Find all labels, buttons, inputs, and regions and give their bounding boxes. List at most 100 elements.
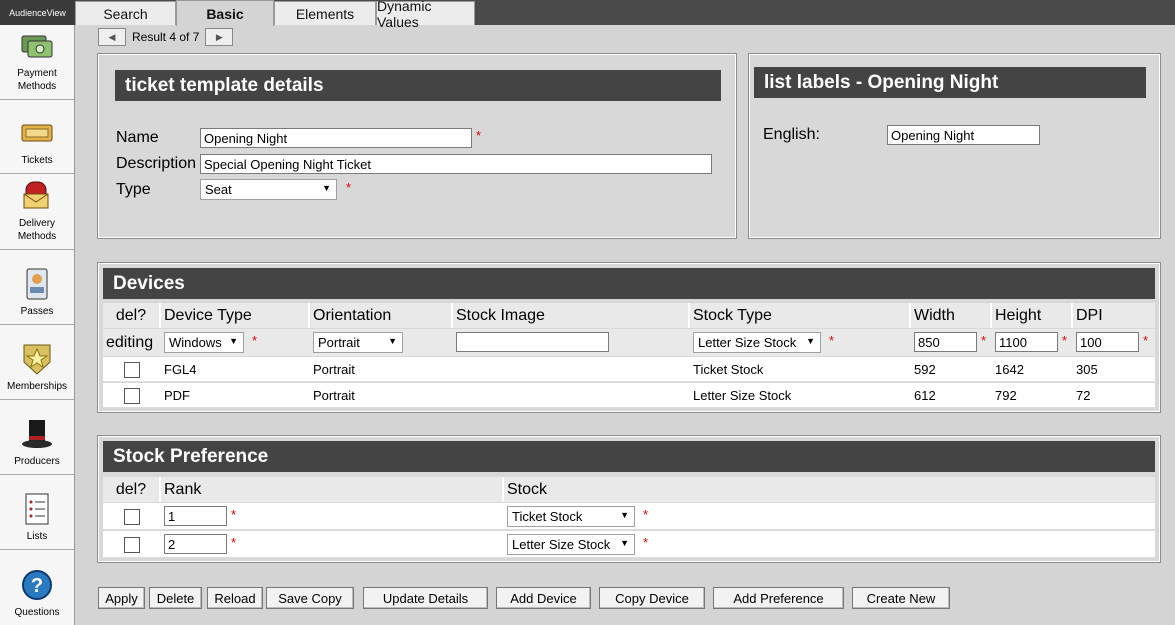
column-header: Stock [504,477,1155,502]
copy-device-button[interactable]: Copy Device [599,587,705,609]
nav-memberships[interactable]: Memberships [0,325,74,400]
nav-label: Questions [14,607,60,618]
nav-payment-methods[interactable]: Payment Methods [0,25,74,100]
reload-button[interactable]: Reload [207,587,263,609]
name-input[interactable] [200,128,472,148]
add-preference-button[interactable]: Add Preference [713,587,844,609]
chevron-down-icon: ▼ [806,336,815,346]
ticket-icon [19,116,55,150]
stock-type-value: Letter Size Stock [698,335,797,350]
dpi-cell: 72 [1076,388,1091,403]
column-header: Rank [161,477,504,502]
orientation-cell: Portrait [313,388,355,403]
result-pager: ◀ Result 4 of 7 ▶ [98,28,234,46]
device-type-select[interactable]: Windows ▼ [164,332,244,353]
nav-label: Lists [26,531,48,542]
add-device-button[interactable]: Add Device [496,587,591,609]
stock-preference-panel: Stock Preference del? Rank Stock * Ticke… [97,435,1161,563]
nav-lists[interactable]: Lists [0,475,74,550]
ticket-template-details-panel: ticket template details Name * Descripti… [97,53,737,239]
required-marker: * [981,333,987,348]
star-badge-icon [19,342,55,376]
nav-label: Passes [20,306,54,317]
chevron-down-icon: ▼ [620,510,629,520]
chevron-down-icon: ▼ [388,336,397,346]
rank-input[interactable] [164,534,227,554]
english-input[interactable] [887,125,1040,145]
nav-delivery-methods[interactable]: Delivery Methods [0,174,74,250]
delete-checkbox-cell [103,531,161,558]
type-select[interactable]: Seat ▼ [200,179,337,200]
nav-tickets[interactable]: Tickets [0,100,74,174]
stock-select[interactable]: Ticket Stock ▼ [507,506,635,527]
list-labels-panel: list labels - Opening Night English: [748,53,1161,239]
chevron-down-icon: ▼ [620,538,629,548]
stock-preference-header-row: del? Rank Stock [103,477,1155,502]
top-bar: AudienceView Search Basic Elements Dynam… [0,0,1175,30]
result-count: Result 4 of 7 [132,30,200,44]
nav-passes[interactable]: Passes [0,250,74,325]
height-cell: 792 [995,388,1017,403]
list-icon [19,492,55,526]
delete-checkbox[interactable] [124,508,140,525]
nav-producers[interactable]: Producers [0,400,74,475]
panel-title: list labels - Opening Night [754,67,1146,98]
tab-basic[interactable]: Basic [176,0,274,26]
nav-label: Memberships [6,381,68,392]
table-row: PDF Portrait Letter Size Stock 612 792 7… [103,383,1155,408]
column-header: Width [911,303,992,328]
orientation-cell: Portrait [313,362,355,377]
chevron-down-icon: ▼ [322,183,331,193]
height-input[interactable] [995,332,1058,352]
width-cell: 592 [914,362,936,377]
chevron-down-icon: ▼ [229,336,238,346]
description-input[interactable] [200,154,712,174]
panel-title: Devices [103,268,1155,299]
required-marker: * [1062,333,1068,348]
rank-input[interactable] [164,506,227,526]
update-details-button[interactable]: Update Details [363,587,488,609]
stock-image-cell [453,357,690,382]
required-marker: * [643,535,649,550]
dpi-input[interactable] [1076,332,1139,352]
device-type-cell: PDF [164,388,190,403]
stock-select[interactable]: Letter Size Stock ▼ [507,534,635,555]
width-cell: 612 [914,388,936,403]
type-label: Type [116,181,151,198]
required-marker: * [476,128,482,143]
previous-result-button[interactable]: ◀ [98,28,126,46]
nav-questions[interactable]: ? Questions [0,550,74,625]
orientation-select[interactable]: Portrait ▼ [313,332,403,353]
column-header: Device Type [161,303,310,328]
type-select-value: Seat [205,182,232,197]
create-new-button[interactable]: Create New [852,587,950,609]
delete-checkbox[interactable] [124,361,140,378]
save-copy-button[interactable]: Save Copy [266,587,354,609]
next-result-button[interactable]: ▶ [205,28,234,46]
devices-table: del? Device Type Orientation Stock Image… [103,303,1155,408]
delete-checkbox[interactable] [124,536,140,553]
english-label: English: [763,126,820,143]
stock-type-select[interactable]: Letter Size Stock ▼ [693,332,821,353]
table-row: * Letter Size Stock ▼ * [103,531,1155,558]
delete-button[interactable]: Delete [149,587,202,609]
delete-checkbox[interactable] [124,387,140,404]
device-editing-row: editing Windows ▼ * Portrait ▼ Letter Si… [103,329,1155,356]
tab-dynamic-values[interactable]: Dynamic Values [376,0,475,30]
tab-elements[interactable]: Elements [274,1,376,25]
stock-image-input[interactable] [456,332,609,352]
stock-select-value: Letter Size Stock [512,537,611,552]
required-marker: * [231,535,237,550]
left-sidebar: Payment Methods Tickets Delivery Methods… [0,25,75,625]
apply-button[interactable]: Apply [98,587,145,609]
nav-label: Methods [17,231,57,242]
nav-label: Methods [17,81,57,92]
devices-header-row: del? Device Type Orientation Stock Image… [103,303,1155,328]
width-input[interactable] [914,332,977,352]
required-marker: * [829,333,835,348]
nav-label: Tickets [21,155,53,166]
pass-icon [19,267,55,301]
tab-search[interactable]: Search [75,1,176,25]
nav-label: Producers [14,456,60,467]
table-row: * Ticket Stock ▼ * [103,503,1155,530]
